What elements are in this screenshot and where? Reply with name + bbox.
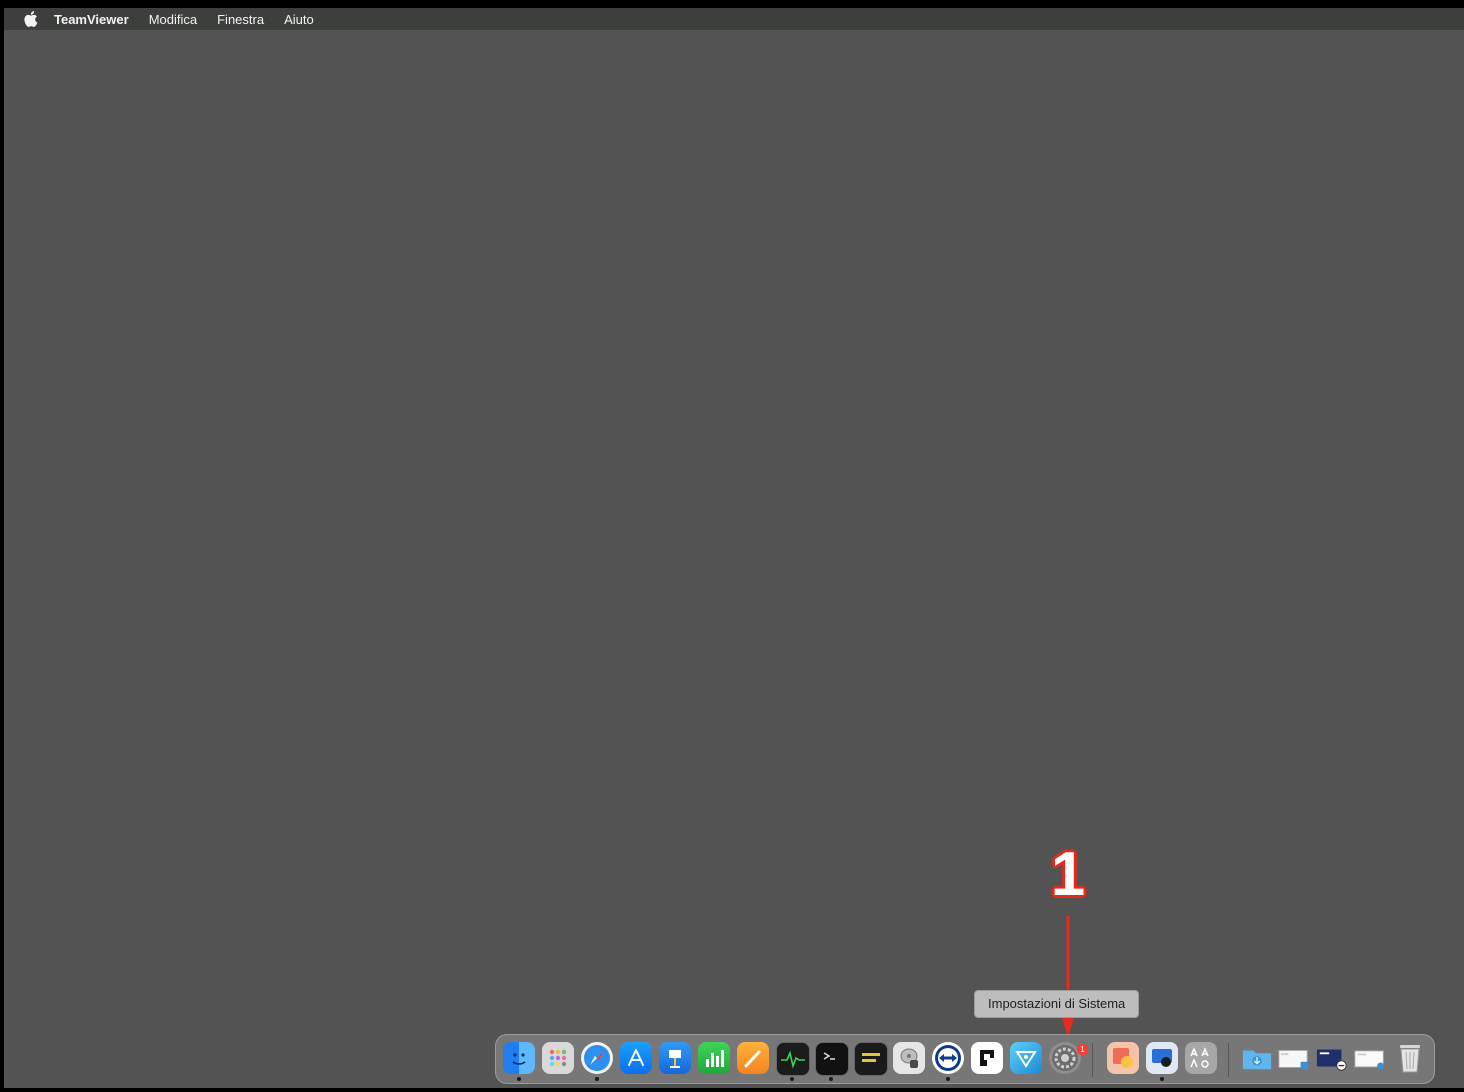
activity-monitor-icon[interactable]	[776, 1042, 810, 1076]
teamviewer-icon[interactable]	[932, 1042, 964, 1074]
app-icon[interactable]	[971, 1042, 1003, 1074]
running-indicator	[517, 1077, 521, 1081]
pages-icon[interactable]	[737, 1042, 769, 1074]
launchpad-icon[interactable]	[542, 1042, 574, 1074]
annotation-step-number: 1	[1050, 840, 1086, 909]
screenshot-file-icon-2[interactable]	[1316, 1042, 1348, 1074]
menu-aiuto[interactable]: Aiuto	[284, 12, 314, 27]
dock-separator	[1228, 1043, 1229, 1077]
notification-badge: 1	[1077, 1044, 1088, 1055]
dock-tooltip: Impostazioni di Sistema	[974, 990, 1140, 1018]
finder-icon[interactable]	[503, 1042, 535, 1074]
menu-finestra[interactable]: Finestra	[217, 12, 264, 27]
menu-app-name[interactable]: TeamViewer	[54, 12, 129, 27]
dock-separator	[1092, 1043, 1093, 1077]
dock	[495, 1034, 1435, 1084]
terminal-icon[interactable]	[815, 1042, 849, 1076]
preview-icon[interactable]	[1107, 1042, 1139, 1074]
font-book-icon[interactable]	[1185, 1042, 1217, 1074]
menu-bar: TeamViewer Modifica Finestra Aiuto	[4, 8, 1464, 30]
running-indicator	[790, 1077, 794, 1081]
desktop: TeamViewer Modifica Finestra Aiuto 1 Imp…	[4, 8, 1464, 1088]
testflight-icon[interactable]	[1010, 1042, 1042, 1074]
remote-desktop-icon[interactable]	[1146, 1042, 1178, 1074]
apple-menu-icon[interactable]	[24, 11, 40, 27]
screenshot-file-icon-3[interactable]	[1354, 1042, 1386, 1074]
annotation-arrow-icon	[1059, 916, 1077, 1037]
running-indicator	[1160, 1077, 1164, 1081]
console-icon[interactable]	[854, 1042, 888, 1076]
running-indicator	[946, 1077, 950, 1081]
running-indicator	[595, 1077, 599, 1081]
menu-modifica[interactable]: Modifica	[149, 12, 197, 27]
numbers-icon[interactable]	[698, 1042, 730, 1074]
screenshot-file-icon[interactable]	[1278, 1042, 1310, 1074]
safari-icon[interactable]	[581, 1042, 613, 1074]
disk-utility-icon[interactable]	[893, 1042, 925, 1074]
system-settings-icon[interactable]	[1049, 1042, 1081, 1074]
downloads-folder-icon[interactable]	[1241, 1042, 1273, 1074]
running-indicator	[829, 1077, 833, 1081]
trash-icon[interactable]	[1394, 1042, 1426, 1074]
keynote-icon[interactable]	[659, 1042, 691, 1074]
app-store-icon[interactable]	[620, 1042, 652, 1074]
